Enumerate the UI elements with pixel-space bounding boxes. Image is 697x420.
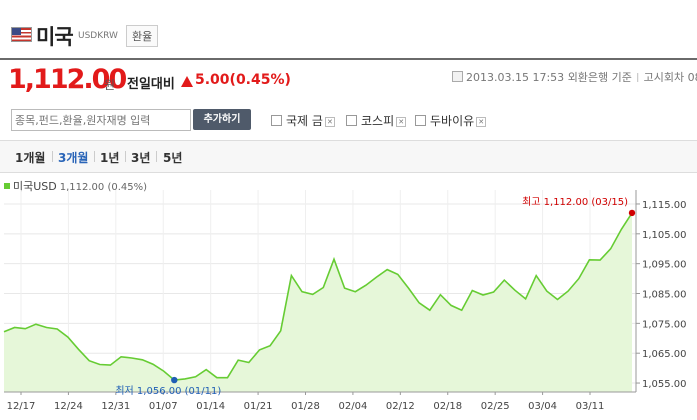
currency-code: USDKRW	[78, 31, 118, 41]
close-icon: ✕	[476, 117, 487, 127]
timestamp: 2013.03.15 17:53	[466, 71, 565, 82]
high-label: 최고 1,112.00 (03/15)	[522, 196, 628, 208]
close-icon: ✕	[396, 117, 407, 127]
x-tick-label: 03/04	[528, 401, 557, 412]
us-flag-icon	[11, 27, 32, 42]
x-tick-label: 12/17	[7, 401, 36, 412]
tab-5y[interactable]: 5년	[163, 149, 182, 166]
search-input[interactable]	[11, 109, 191, 131]
x-tick-label: 12/24	[54, 401, 83, 412]
y-tick-label: 1,065.00	[642, 349, 687, 360]
close-icon: ✕	[324, 117, 335, 127]
x-tick-label: 02/18	[433, 401, 462, 412]
bank-basis: 외환은행 기준	[567, 71, 632, 82]
x-tick-label: 01/28	[291, 401, 320, 412]
compare-item-gold[interactable]: 국제 금 ✕	[271, 112, 335, 129]
compare-label: 전일대비	[127, 77, 175, 92]
checkbox-icon	[415, 115, 426, 126]
add-button[interactable]: 추가하기	[193, 109, 251, 130]
search-row: 추가하기 국제 금✕ 코스피✕ 두바이유✕	[0, 106, 697, 138]
low-label: 최저 1,056.00 (01/11)	[115, 385, 221, 397]
tab-3m[interactable]: 3개월	[58, 149, 88, 166]
x-tick-label: 01/21	[244, 401, 273, 412]
checkbox-icon	[271, 115, 282, 126]
y-tick-label: 1,055.00	[642, 379, 687, 390]
checkbox-icon	[346, 115, 357, 126]
change-value: 5.00(0.45%)	[195, 72, 291, 88]
period-tabs: 1개월 3개월 1년 3년 5년	[0, 140, 697, 173]
y-tick-label: 1,075.00	[642, 319, 687, 330]
high-point	[628, 209, 636, 217]
x-tick-label: 03/11	[576, 401, 605, 412]
tab-1m[interactable]: 1개월	[15, 149, 45, 166]
up-triangle-icon	[181, 76, 193, 87]
category-chip[interactable]: 환율	[126, 25, 159, 47]
series-area	[4, 212, 632, 392]
x-tick-label: 01/07	[149, 401, 178, 412]
compare-item-dubai[interactable]: 두바이유 ✕	[415, 112, 487, 129]
y-tick-label: 1,085.00	[642, 290, 687, 301]
x-tick-label: 02/04	[339, 401, 368, 412]
y-tick-label: 1,105.00	[642, 230, 687, 241]
quote-meta: 2013.03.15 17:53 외환은행 기준|고시회차 083회	[452, 64, 697, 82]
x-tick-label: 01/14	[196, 401, 225, 412]
compare-item-kospi[interactable]: 코스피 ✕	[346, 112, 407, 129]
price-unit: 원	[104, 78, 116, 92]
x-tick-label: 02/12	[386, 401, 415, 412]
y-tick-label: 1,095.00	[642, 260, 687, 271]
tab-1y[interactable]: 1년	[100, 149, 119, 166]
country-name: 미국	[36, 25, 74, 49]
exchange-rate-chart: 1,115.00 1,105.00 1,095.00 1,085.00 1,075.00…	[3, 190, 687, 412]
header-bar: 미국 USDKRW 환율	[0, 0, 697, 60]
y-tick-label: 1,115.00	[642, 200, 687, 211]
x-tick-label: 02/25	[481, 401, 510, 412]
notice-round: 고시회차 083회	[643, 71, 697, 82]
x-tick-label: 12/31	[101, 401, 130, 412]
tab-3y[interactable]: 3년	[131, 149, 150, 166]
low-point	[171, 376, 178, 384]
legend-swatch	[4, 183, 10, 189]
clock-icon	[452, 71, 463, 82]
